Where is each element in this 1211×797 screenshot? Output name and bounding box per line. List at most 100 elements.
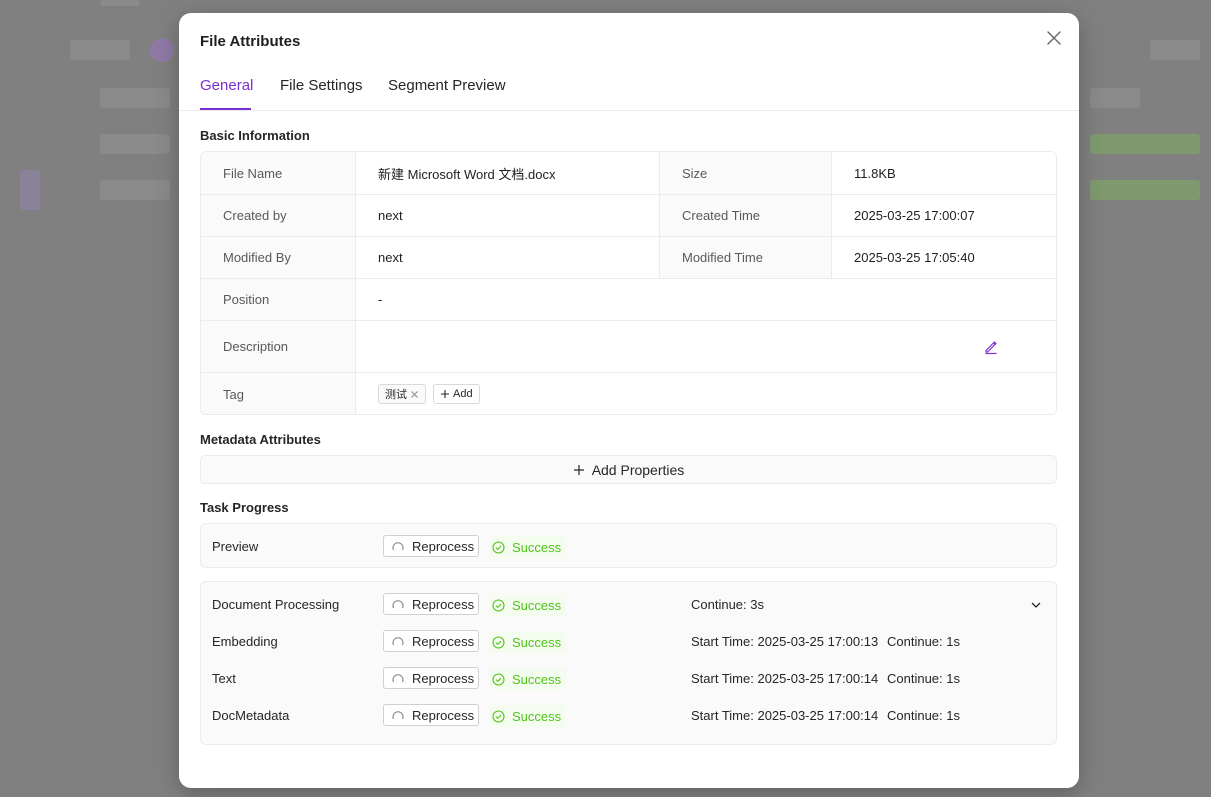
refresh-icon: [392, 637, 404, 646]
task-duration: Continue: 1s: [887, 634, 960, 649]
task-duration: Continue: 1s: [887, 671, 960, 686]
modified-time-value: 2025-03-25 17:05:40: [832, 237, 1056, 278]
reprocess-label: Reprocess: [412, 538, 475, 554]
task-start-time: Start Time: 2025-03-25 17:00:13: [691, 634, 879, 649]
backdrop-block: [100, 88, 170, 108]
status-badge: Success: [490, 668, 567, 690]
status-badge: Success: [490, 594, 567, 616]
description-label: Description: [201, 321, 355, 372]
tab-segment-preview[interactable]: Segment Preview: [388, 77, 506, 94]
backdrop-block: [70, 40, 130, 60]
refresh-icon: [392, 542, 404, 551]
tag-remove-icon[interactable]: [410, 390, 419, 399]
task-name: Text: [212, 671, 236, 686]
backdrop-block: [100, 0, 140, 6]
refresh-icon: [392, 711, 404, 720]
task-start-time: Start Time: 2025-03-25 17:00:14: [691, 671, 879, 686]
reprocess-button[interactable]: Reprocess: [383, 535, 479, 557]
refresh-icon: [392, 600, 404, 609]
reprocess-label: Reprocess: [412, 707, 475, 723]
reprocess-button[interactable]: Reprocess: [383, 667, 479, 689]
size-label: Size: [660, 152, 831, 194]
position-value: -: [356, 279, 1056, 320]
status-text: Success: [512, 597, 562, 613]
table-row: Description: [201, 321, 1056, 373]
task-duration: Continue: 1s: [887, 708, 960, 723]
description-value: [356, 321, 1056, 372]
tag-value: 测试 Add: [356, 373, 1056, 414]
tag-chip: 测试: [378, 384, 426, 404]
task-row-docmetadata: DocMetadata Reprocess Success Start Time…: [201, 704, 1056, 728]
backdrop-block: [1150, 40, 1200, 60]
backdrop-block: [100, 180, 170, 200]
add-tag-label: Add: [453, 388, 473, 400]
status-badge: Success: [490, 631, 567, 653]
task-name: Embedding: [212, 634, 278, 649]
processing-task-box: Document Processing Reprocess Success Co…: [200, 581, 1057, 745]
position-label: Position: [201, 279, 355, 320]
created-time-label: Created Time: [660, 195, 831, 236]
preview-task-box: Preview Reprocess Success: [200, 523, 1057, 568]
metadata-title: Metadata Attributes: [200, 432, 321, 447]
status-text: Success: [512, 634, 562, 650]
backdrop-block: [100, 134, 170, 154]
status-badge: Success: [490, 536, 567, 558]
status-badge: Success: [490, 705, 567, 727]
close-icon[interactable]: [1045, 29, 1063, 47]
table-row: Tag 测试 Add: [201, 373, 1056, 414]
task-row-document-processing: Document Processing Reprocess Success Co…: [201, 593, 1056, 617]
add-properties-button[interactable]: Add Properties: [200, 455, 1057, 484]
plus-icon: [441, 390, 449, 398]
modified-by-label: Modified By: [201, 237, 355, 278]
table-row: Created by next Created Time 2025-03-25 …: [201, 195, 1056, 237]
modified-by-value: next: [356, 237, 659, 278]
add-tag-button[interactable]: Add: [433, 384, 480, 404]
status-text: Success: [512, 671, 562, 687]
reprocess-button[interactable]: Reprocess: [383, 630, 479, 652]
check-circle-icon: [492, 635, 505, 649]
task-row-preview: Preview Reprocess Success: [201, 535, 1056, 559]
file-name-label: File Name: [201, 152, 355, 194]
tab-file-settings[interactable]: File Settings: [280, 77, 363, 94]
reprocess-label: Reprocess: [412, 633, 475, 649]
task-row-text: Text Reprocess Success Start Time: 2025-…: [201, 667, 1056, 691]
table-row: Modified By next Modified Time 2025-03-2…: [201, 237, 1056, 279]
check-circle-icon: [492, 709, 505, 723]
refresh-icon: [392, 674, 404, 683]
tab-bar: General File Settings Segment Preview: [200, 75, 1079, 111]
tag-chip-label: 测试: [385, 389, 407, 401]
file-attributes-modal: File Attributes General File Settings Se…: [179, 13, 1079, 788]
add-properties-label: Add Properties: [591, 461, 685, 478]
reprocess-label: Reprocess: [412, 596, 475, 612]
table-row: File Name 新建 Microsoft Word 文档.docx Size…: [201, 152, 1056, 195]
backdrop-block: [1090, 134, 1200, 154]
edit-pencil-icon[interactable]: [983, 339, 999, 355]
size-value: 11.8KB: [832, 152, 1056, 194]
plus-icon: [573, 464, 584, 475]
backdrop-block: [20, 170, 40, 210]
chevron-down-icon[interactable]: [1029, 598, 1043, 612]
check-circle-icon: [492, 598, 505, 612]
modal-title: File Attributes: [200, 33, 301, 50]
check-circle-icon: [492, 672, 505, 686]
task-name: Preview: [212, 539, 259, 554]
reprocess-label: Reprocess: [412, 670, 475, 686]
status-text: Success: [512, 708, 562, 724]
backdrop-block: [1090, 88, 1140, 108]
task-row-embedding: Embedding Reprocess Success Start Time: …: [201, 630, 1056, 654]
reprocess-button[interactable]: Reprocess: [383, 704, 479, 726]
table-row: Position -: [201, 279, 1056, 321]
created-time-value: 2025-03-25 17:00:07: [832, 195, 1056, 236]
created-by-label: Created by: [201, 195, 355, 236]
created-by-value: next: [356, 195, 659, 236]
status-text: Success: [512, 539, 562, 555]
task-name: DocMetadata: [212, 708, 290, 723]
task-progress-title: Task Progress: [200, 500, 289, 515]
task-duration: Continue: 3s: [691, 597, 764, 612]
basic-info-table: File Name 新建 Microsoft Word 文档.docx Size…: [200, 151, 1057, 415]
reprocess-button[interactable]: Reprocess: [383, 593, 479, 615]
backdrop-block: [1090, 180, 1200, 200]
modified-time-label: Modified Time: [660, 237, 831, 278]
task-name: Document Processing: [212, 597, 340, 612]
tab-general[interactable]: General: [200, 77, 253, 94]
